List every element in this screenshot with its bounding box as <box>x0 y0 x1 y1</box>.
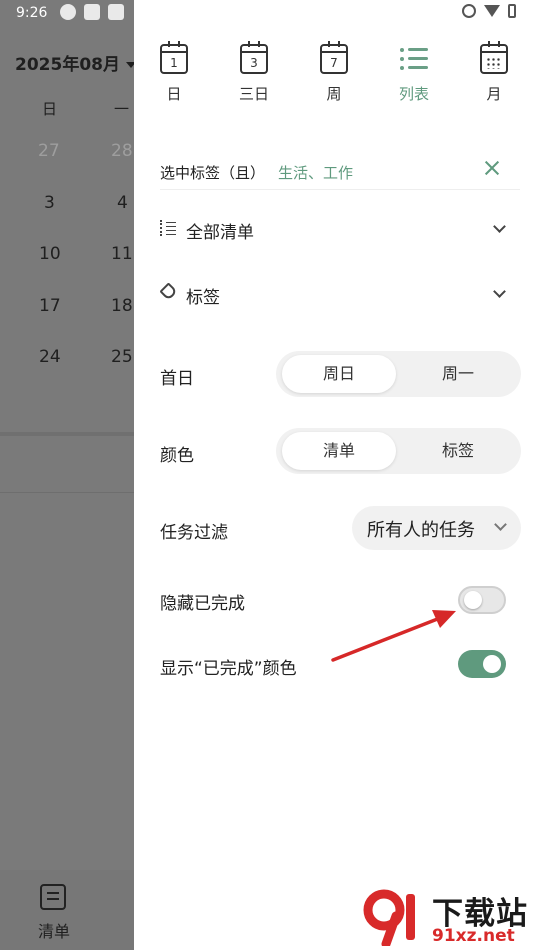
view-mode-selector: 1 日 3 三日 7 周 列表 月 <box>134 41 534 114</box>
view-settings-drawer: 1 日 3 三日 7 周 列表 月 选中标签（且） 生活、工作 全部清单 标签 … <box>134 0 534 950</box>
weekday-label: 日 <box>42 100 58 118</box>
calendar-day[interactable]: 17 <box>39 296 61 316</box>
tags-label: 标签 <box>186 288 220 308</box>
watermark-logo-icon <box>363 889 415 946</box>
color-segmented-control: 清单 标签 <box>276 428 521 474</box>
view-list[interactable]: 列表 <box>384 44 444 104</box>
task-filter-value: 所有人的任务 <box>367 520 475 541</box>
first-day-monday-option[interactable]: 周一 <box>401 355 515 393</box>
calendar-month-icon <box>480 41 508 74</box>
calendar-day[interactable]: 24 <box>39 347 61 367</box>
calendar-day[interactable]: 28 <box>111 141 133 161</box>
view-label: 周 <box>326 85 342 103</box>
view-label: 三日 <box>238 85 269 103</box>
tag-filter-label: 选中标签（且） <box>160 164 266 182</box>
calendar-day[interactable]: 10 <box>39 244 61 264</box>
tag-icon <box>159 282 178 301</box>
show-completed-color-label: 显示“已完成”颜色 <box>160 659 297 679</box>
bottom-tab-label: 清单 <box>38 922 71 941</box>
month-selector[interactable]: 2025年08月 <box>15 50 136 75</box>
calendar-3day-icon: 3 <box>240 41 268 74</box>
status-icons-right <box>462 4 516 18</box>
hide-completed-toggle[interactable] <box>458 586 506 614</box>
toggle-knob <box>483 655 501 673</box>
chevron-down-icon <box>493 285 506 298</box>
color-tag-option[interactable]: 标签 <box>401 432 515 470</box>
keyboard-notification-icon <box>84 4 100 20</box>
view-label: 列表 <box>398 85 429 103</box>
color-list-option[interactable]: 清单 <box>282 432 396 470</box>
calendar-day[interactable]: 11 <box>111 244 133 264</box>
first-day-segmented-control: 周日 周一 <box>276 351 521 397</box>
status-time: 9:26 <box>16 5 48 21</box>
calendar-day-icon: 1 <box>160 41 188 74</box>
view-week[interactable]: 7 周 <box>304 41 364 104</box>
calendar-day[interactable]: 27 <box>38 141 60 161</box>
watermark-url: 91xz.net <box>432 926 515 946</box>
calendar-day[interactable]: 18 <box>111 296 133 316</box>
app-notification-icon <box>60 4 76 20</box>
calendar-day[interactable]: 25 <box>111 347 133 367</box>
toggle-knob <box>464 591 482 609</box>
calendar-day[interactable]: 4 <box>117 193 128 213</box>
alarm-icon <box>462 4 476 18</box>
first-day-label: 首日 <box>160 369 194 389</box>
calendar-week-icon: 7 <box>320 41 348 74</box>
tag-filter-value[interactable]: 生活、工作 <box>278 162 353 183</box>
checklist-icon <box>40 884 66 910</box>
battery-icon <box>508 4 516 18</box>
site-watermark: 下载站 91xz.net <box>362 886 534 950</box>
status-icons <box>60 4 124 20</box>
all-lists-dropdown[interactable]: 全部清单 <box>160 212 510 246</box>
square-notification-icon <box>108 4 124 20</box>
close-icon[interactable] <box>484 160 500 176</box>
all-lists-label: 全部清单 <box>186 223 254 243</box>
list-view-icon <box>400 44 428 74</box>
task-filter-dropdown[interactable]: 所有人的任务 <box>352 506 521 550</box>
color-label: 颜色 <box>160 446 194 466</box>
tag-filter-row: 选中标签（且） 生活、工作 <box>160 150 520 190</box>
hide-completed-label: 隐藏已完成 <box>160 594 245 614</box>
view-three-day[interactable]: 3 三日 <box>224 41 284 104</box>
wifi-icon <box>484 5 500 17</box>
weekday-label: 一 <box>114 100 130 118</box>
show-completed-color-toggle[interactable] <box>458 650 506 678</box>
chevron-down-icon <box>493 220 506 233</box>
month-title: 2025年08月 <box>15 55 120 75</box>
chevron-down-icon <box>494 518 507 531</box>
tags-dropdown[interactable]: 标签 <box>159 277 510 311</box>
view-month[interactable]: 月 <box>464 41 524 104</box>
task-filter-label: 任务过滤 <box>160 523 228 543</box>
view-label: 月 <box>486 85 502 103</box>
view-day[interactable]: 1 日 <box>144 41 204 104</box>
list-grid-icon <box>160 220 176 236</box>
calendar-day[interactable]: 3 <box>44 193 55 213</box>
view-label: 日 <box>166 85 182 103</box>
first-day-sunday-option[interactable]: 周日 <box>282 355 396 393</box>
